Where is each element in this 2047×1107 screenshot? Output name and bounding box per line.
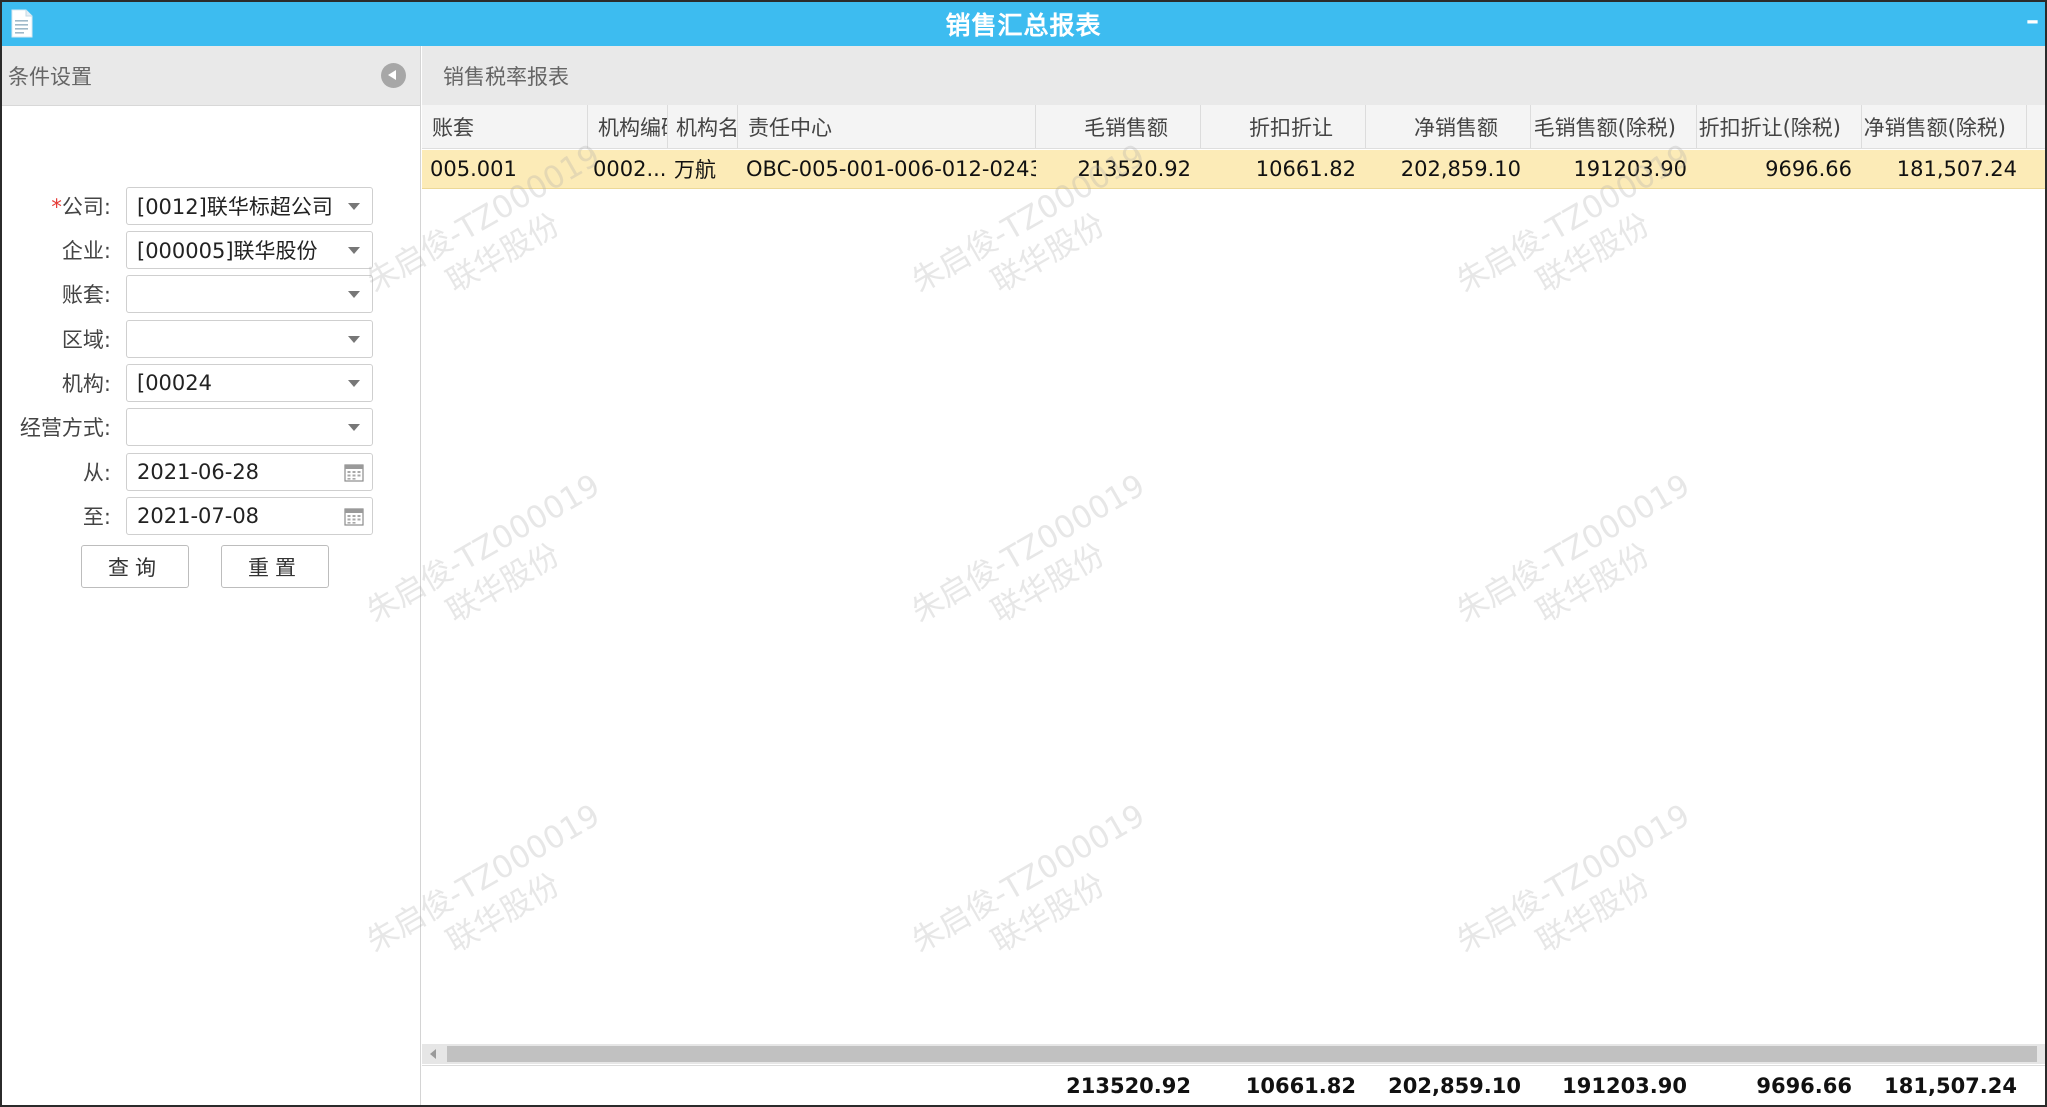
- from-date-row: 从: 2021-06-28: [2, 453, 421, 491]
- business-mode-row: 经营方式:: [2, 408, 421, 446]
- query-button[interactable]: 查询: [81, 545, 189, 588]
- to-date-input[interactable]: 2021-07-08: [126, 497, 373, 535]
- chevron-down-icon[interactable]: [348, 424, 360, 431]
- reset-button[interactable]: 重置: [221, 545, 329, 588]
- cell-responsibility-center: OBC-005-001-006-012-0243: [746, 157, 1036, 181]
- company-label: *公司:: [51, 195, 111, 219]
- title-bar: 销售汇总报表 –: [2, 2, 2045, 46]
- cell-gross-sales: 213520.92: [1077, 157, 1191, 181]
- collapse-panel-icon[interactable]: [381, 63, 406, 88]
- column-header-discount-ex-tax[interactable]: 折扣折让(除税): [1697, 105, 1862, 148]
- from-date-input[interactable]: 2021-06-28: [126, 453, 373, 491]
- report-title: 销售税率报表: [443, 65, 569, 89]
- cell-org-name: 万航: [674, 158, 716, 182]
- scrollbar-thumb[interactable]: [447, 1046, 2037, 1062]
- required-mark: *: [51, 195, 62, 219]
- enterprise-combo[interactable]: [000005]联华股份: [126, 231, 373, 269]
- total-net-sales: 202,859.10: [1388, 1073, 1521, 1098]
- region-combo[interactable]: [126, 320, 373, 358]
- watermark: 朱启俊-TZ000019 联华股份: [905, 797, 1152, 960]
- filter-panel: 条件设置 *公司: [0012]联华标超公司 企业: [000005]联华股份 …: [2, 46, 421, 1105]
- business-mode-combo[interactable]: [126, 408, 373, 446]
- ledger-label: 账套:: [61, 283, 111, 307]
- total-discount-ex-tax: 9696.66: [1756, 1073, 1852, 1098]
- cell-gross-sales-ex-tax: 191203.90: [1573, 157, 1687, 181]
- org-value: [00024: [137, 371, 212, 395]
- window-title: 销售汇总报表: [945, 11, 1102, 40]
- report-panel: 销售税率报表 账套 机构编码 机构名 责任中心 毛销售额 折扣折让 净销售额 毛…: [361, 46, 2045, 1105]
- from-date-label: 从:: [82, 461, 111, 485]
- chevron-down-icon[interactable]: [348, 247, 360, 254]
- app-window: 销售汇总报表 – 条件设置 *公司: [0012]联华标超公司 企业: [000…: [0, 0, 2047, 1107]
- company-row: *公司: [0012]联华标超公司: [2, 187, 421, 225]
- chevron-down-icon[interactable]: [348, 203, 360, 210]
- to-date-label: 至:: [82, 505, 111, 529]
- column-header-org-code[interactable]: 机构编码: [588, 105, 668, 148]
- org-combo[interactable]: [00024: [126, 364, 373, 402]
- to-date-row: 至: 2021-07-08: [2, 497, 421, 535]
- minimize-button[interactable]: –: [2026, 8, 2039, 34]
- company-combo[interactable]: [0012]联华标超公司: [126, 187, 373, 225]
- column-header-org-name[interactable]: 机构名: [668, 105, 738, 148]
- cell-net-sales: 202,859.10: [1400, 157, 1521, 181]
- scroll-left-icon[interactable]: [430, 1049, 436, 1059]
- cell-ledger: 005.001: [430, 157, 517, 181]
- column-header-net-sales-ex-tax[interactable]: 净销售额(除税): [1862, 105, 2027, 148]
- total-net-sales-ex-tax: 181,507.24: [1884, 1073, 2017, 1098]
- ledger-combo[interactable]: [126, 275, 373, 313]
- enterprise-label: 企业:: [61, 239, 111, 263]
- total-discount: 10661.82: [1245, 1073, 1356, 1098]
- ledger-row: 账套:: [2, 275, 421, 313]
- totals-row: 213520.92 10661.82 202,859.10 191203.90 …: [422, 1065, 2045, 1105]
- total-gross-sales-ex-tax: 191203.90: [1562, 1073, 1687, 1098]
- calendar-icon[interactable]: [344, 463, 364, 482]
- enterprise-value: [000005]联华股份: [137, 239, 318, 263]
- cell-discount: 10661.82: [1255, 157, 1356, 181]
- company-value: [0012]联华标超公司: [137, 195, 333, 219]
- column-header-net-sales[interactable]: 净销售额: [1366, 105, 1531, 148]
- cell-discount-ex-tax: 9696.66: [1765, 157, 1852, 181]
- chevron-down-icon[interactable]: [348, 336, 360, 343]
- watermark: 朱启俊-TZ000019 联华股份: [1450, 797, 1697, 960]
- total-gross-sales: 213520.92: [1066, 1073, 1191, 1098]
- calendar-icon[interactable]: [344, 507, 364, 526]
- region-row: 区域:: [2, 320, 421, 358]
- table-row[interactable]: 005.001 0002... 万航 OBC-005-001-006-012-0…: [422, 150, 2045, 189]
- to-date-value: 2021-07-08: [137, 504, 260, 528]
- watermark: 朱启俊-TZ000019 联华股份: [1450, 467, 1697, 630]
- watermark: 朱启俊-TZ000019 联华股份: [905, 467, 1152, 630]
- filter-panel-header: 条件设置: [2, 46, 420, 106]
- column-header-ledger[interactable]: 账套: [422, 105, 588, 148]
- document-icon: [11, 9, 33, 38]
- column-header-gross-sales-ex-tax[interactable]: 毛销售额(除税): [1531, 105, 1697, 148]
- cell-net-sales-ex-tax: 181,507.24: [1896, 157, 2017, 181]
- region-label: 区域:: [61, 328, 111, 352]
- column-header-discount[interactable]: 折扣折让: [1201, 105, 1366, 148]
- report-header: 销售税率报表: [422, 46, 2045, 106]
- org-label: 机构:: [61, 372, 111, 396]
- chevron-down-icon[interactable]: [348, 291, 360, 298]
- cell-org-code: 0002...: [593, 157, 667, 181]
- column-header-gross-sales[interactable]: 毛销售额: [1036, 105, 1201, 148]
- from-date-value: 2021-06-28: [137, 460, 260, 484]
- chevron-down-icon[interactable]: [348, 380, 360, 387]
- filter-panel-title: 条件设置: [8, 64, 92, 89]
- enterprise-row: 企业: [000005]联华股份: [2, 231, 421, 269]
- grid-header: 账套 机构编码 机构名 责任中心 毛销售额 折扣折让 净销售额 毛销售额(除税)…: [422, 105, 2045, 149]
- org-row: 机构: [00024: [2, 364, 421, 402]
- business-mode-label: 经营方式:: [19, 416, 111, 440]
- horizontal-scrollbar[interactable]: [422, 1044, 2045, 1064]
- column-header-responsibility-center[interactable]: 责任中心: [738, 105, 1036, 148]
